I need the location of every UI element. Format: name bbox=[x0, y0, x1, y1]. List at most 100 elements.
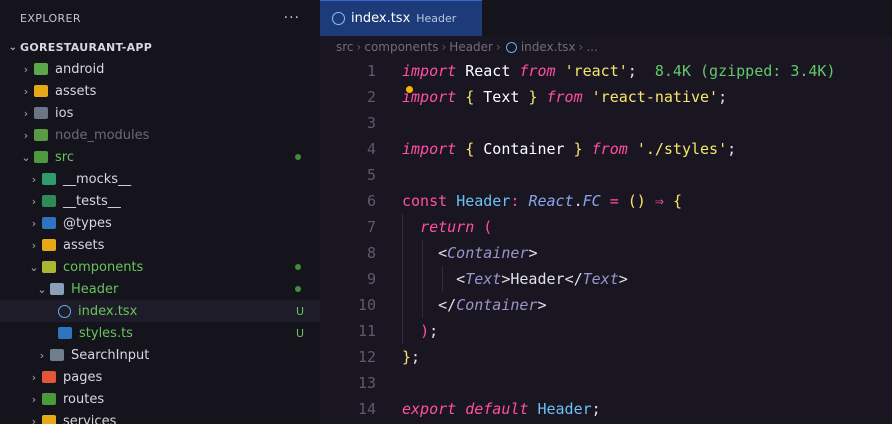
line-number: 13 bbox=[357, 374, 376, 392]
pages-folder-icon bbox=[42, 371, 56, 383]
chevron-right-icon: › bbox=[31, 370, 37, 384]
tree-item-label: SearchInput bbox=[71, 347, 150, 363]
android-folder-icon bbox=[34, 63, 48, 75]
line-number: 10 bbox=[357, 296, 376, 314]
breadcrumb-item[interactable]: src bbox=[336, 40, 354, 54]
code-line: 14 export default Header; bbox=[320, 396, 892, 422]
chevron-down-icon: ⌄ bbox=[21, 150, 31, 164]
tree-item-src-assets[interactable]: › assets bbox=[0, 234, 320, 256]
line-number: 9 bbox=[366, 270, 376, 288]
identifier: Container bbox=[483, 140, 565, 158]
line-number: 4 bbox=[366, 140, 376, 158]
identifier: Text bbox=[483, 88, 520, 106]
keyword: from bbox=[519, 62, 556, 80]
ios-folder-icon bbox=[34, 107, 48, 119]
chevron-right-icon: › bbox=[31, 414, 37, 424]
code-area[interactable]: 1 import React from 'react'; 8.4K (gzipp… bbox=[320, 58, 892, 422]
code-line: 8 <Container> bbox=[320, 240, 892, 266]
react-icon bbox=[505, 41, 517, 53]
tree-item-label: __mocks__ bbox=[63, 171, 132, 187]
untracked-badge: U bbox=[295, 304, 304, 318]
chevron-right-icon: › bbox=[496, 40, 501, 54]
breadcrumb-item[interactable]: components bbox=[364, 40, 438, 54]
code-text: import { Text } from 'react-native'; bbox=[402, 88, 728, 106]
tree-item-styles-ts[interactable]: styles.ts U bbox=[0, 322, 320, 344]
chevron-right-icon: › bbox=[23, 128, 29, 142]
code-text: import { Container } from './styles'; bbox=[402, 140, 737, 158]
chevron-right-icon: › bbox=[23, 62, 29, 76]
line-number: 6 bbox=[366, 192, 376, 210]
breadcrumb-item[interactable]: Header bbox=[449, 40, 493, 54]
breadcrumb-item[interactable]: ... bbox=[586, 40, 597, 54]
chevron-right-icon: › bbox=[441, 40, 447, 54]
src-folder-icon bbox=[34, 151, 48, 163]
tests-folder-icon bbox=[42, 195, 56, 207]
tree-item-label: src bbox=[55, 149, 74, 165]
tree-item-index-tsx[interactable]: index.tsx U bbox=[0, 300, 320, 322]
code-line: 9 <Text>Header</Text> bbox=[320, 266, 892, 292]
line-number: 7 bbox=[366, 218, 376, 236]
chevron-right-icon: › bbox=[356, 40, 362, 54]
modified-dot bbox=[295, 286, 301, 292]
line-number: 8 bbox=[366, 244, 376, 262]
tree-item-components[interactable]: ⌄ components bbox=[0, 256, 320, 278]
tree-item-mocks[interactable]: › __mocks__ bbox=[0, 168, 320, 190]
tree-item-label: services bbox=[63, 413, 117, 424]
tree-item-types[interactable]: › @types bbox=[0, 212, 320, 234]
string: './styles' bbox=[636, 140, 728, 158]
code-text: export default Header; bbox=[402, 400, 601, 418]
tree-item-services[interactable]: › services bbox=[0, 410, 320, 424]
keyword: from bbox=[546, 88, 583, 106]
lightbulb-icon[interactable] bbox=[406, 86, 413, 93]
explorer-header: EXPLORER ··· bbox=[0, 0, 320, 36]
jsx-tag: Text bbox=[582, 270, 619, 288]
chevron-right-icon: › bbox=[31, 238, 37, 252]
keyword: import bbox=[402, 140, 457, 158]
breadcrumb-item[interactable]: index.tsx bbox=[521, 40, 576, 54]
line-number: 2 bbox=[366, 88, 376, 106]
tree-item-routes[interactable]: › routes bbox=[0, 388, 320, 410]
untracked-badge: U bbox=[295, 326, 304, 340]
tree-item-label: node_modules bbox=[55, 127, 150, 143]
line-number: 12 bbox=[357, 348, 376, 366]
project-root[interactable]: ⌄ GORESTAURANT-APP bbox=[0, 36, 320, 58]
react-icon bbox=[58, 304, 71, 318]
tree-item-node-modules[interactable]: › node_modules bbox=[0, 124, 320, 146]
code-line: 10 </Container> bbox=[320, 292, 892, 318]
keyword: export bbox=[402, 400, 457, 418]
import-cost-hint: 8.4K (gzipped: 3.4K) bbox=[654, 62, 836, 80]
more-actions-icon[interactable]: ··· bbox=[284, 10, 300, 26]
tab-label: index.tsx bbox=[351, 11, 411, 26]
string: 'react' bbox=[564, 62, 628, 80]
tree-item-label: styles.ts bbox=[79, 325, 133, 341]
explorer-sidebar: EXPLORER ··· ⌄ GORESTAURANT-APP › androi… bbox=[0, 0, 320, 424]
tree-item-tests[interactable]: › __tests__ bbox=[0, 190, 320, 212]
tab-index-tsx[interactable]: index.tsx Header bbox=[320, 0, 482, 36]
tab-description: Header bbox=[416, 12, 457, 25]
editor-pane: index.tsx Header src › components › Head… bbox=[320, 0, 892, 424]
chevron-down-icon: ⌄ bbox=[8, 41, 18, 53]
identifier: Header bbox=[456, 192, 511, 210]
tree-item-label: android bbox=[55, 61, 105, 77]
keyword: from bbox=[591, 140, 628, 158]
typescript-folder-icon bbox=[42, 217, 56, 229]
tree-item-android[interactable]: › android bbox=[0, 58, 320, 80]
code-text: import React from 'react'; 8.4K (gzipped… bbox=[402, 62, 836, 80]
tree-item-label: components bbox=[63, 259, 144, 275]
code-text: <Text>Header</Text> bbox=[402, 270, 628, 288]
line-number: 11 bbox=[357, 322, 376, 340]
chevron-right-icon: › bbox=[31, 172, 37, 186]
code-text: return ( bbox=[420, 218, 493, 236]
code-line: 3 bbox=[320, 110, 892, 136]
tree-item-header-folder[interactable]: ⌄ Header bbox=[0, 278, 320, 300]
tree-item-assets[interactable]: › assets bbox=[0, 80, 320, 102]
tree-item-label: Header bbox=[71, 281, 119, 297]
tree-item-label: assets bbox=[63, 237, 105, 253]
code-text: </Container> bbox=[402, 296, 547, 314]
typescript-icon bbox=[58, 327, 72, 339]
tree-item-src[interactable]: ⌄ src bbox=[0, 146, 320, 168]
tree-item-label: __tests__ bbox=[63, 193, 121, 209]
tree-item-pages[interactable]: › pages bbox=[0, 366, 320, 388]
tree-item-searchinput[interactable]: › SearchInput bbox=[0, 344, 320, 366]
tree-item-ios[interactable]: › ios bbox=[0, 102, 320, 124]
